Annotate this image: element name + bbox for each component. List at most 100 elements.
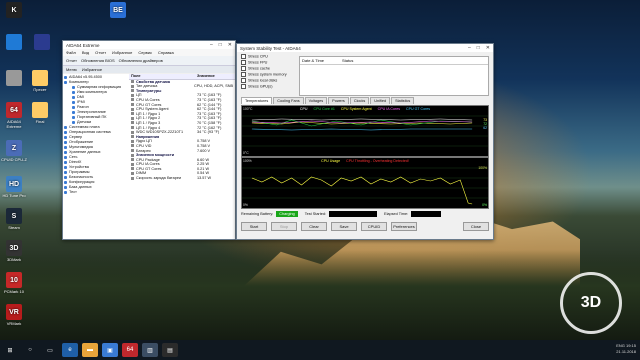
steam-icon: S [6, 208, 22, 224]
preferences-button[interactable]: Preferences [391, 222, 417, 231]
aida64-taskbar-icon[interactable]: 64 [122, 343, 138, 357]
stress-option[interactable]: Stress GPU(s) [241, 84, 297, 90]
save-button[interactable]: Save [331, 222, 357, 231]
desktop-icon-cpuz[interactable]: Z CPUID CPU-Z [0, 140, 28, 162]
sensor-icon [131, 84, 134, 88]
minimize-icon[interactable]: – [210, 42, 213, 48]
close-icon[interactable]: ✕ [228, 42, 232, 48]
task-view-icon[interactable]: ▭ [42, 343, 58, 357]
start-icon[interactable]: ⊞ [2, 343, 18, 357]
sensor-name-text: DIMM [136, 171, 147, 176]
sensor-name-text: ЦП 1 / Ядро 4 [136, 125, 161, 130]
close-button[interactable]: Close [463, 222, 489, 231]
test-started-value [329, 210, 378, 217]
tree-item-label: Операционная система [69, 130, 111, 134]
system-tray[interactable]: ENG 19:15 21.11.2018 [616, 343, 636, 355]
desktop-icon-folder[interactable]: Пресет [26, 70, 54, 92]
explorer-icon[interactable]: ▬ [82, 343, 98, 357]
sst-infobar: Remaining Battery: Charging Test Started… [241, 210, 489, 217]
sensor-name-text: Напряжения [136, 134, 160, 139]
tree-item-label: Тест [69, 190, 77, 194]
store-icon[interactable]: ▣ [102, 343, 118, 357]
sst-tab[interactable]: Voltages [304, 97, 328, 104]
menu-item[interactable]: Избранное [112, 50, 132, 55]
sst-titlebar[interactable]: System Stability Test - AIDA64 – □ ✕ [237, 44, 493, 52]
minimize-icon[interactable]: – [468, 45, 471, 51]
sensor-name-text: ЦП 1 / Ядро 1 [136, 111, 161, 116]
checkbox[interactable] [241, 84, 246, 89]
remaining-battery-label: Remaining Battery: [241, 211, 274, 216]
start-button[interactable]: Start [241, 222, 267, 231]
desktop-icon-3dmark[interactable]: 3D 3DMark [0, 240, 28, 262]
close-icon[interactable]: ✕ [486, 45, 490, 51]
aida-tab[interactable]: Избранное [82, 67, 102, 72]
menu-item[interactable]: Вид [82, 50, 89, 55]
desktop-icon-pcmark10[interactable]: 10 PCMark 10 [0, 272, 28, 294]
edge-icon[interactable]: e [62, 343, 78, 357]
aida64-titlebar[interactable]: AIDA64 Extreme – □ ✕ [63, 41, 235, 49]
sensor-icon [131, 121, 134, 125]
sst-tab[interactable]: Unified [370, 97, 391, 104]
menu-item[interactable]: Отчет [95, 50, 106, 55]
sst-tab[interactable]: Cooling Fans [273, 97, 304, 104]
sst-tab[interactable]: Clocks [349, 97, 370, 104]
tray-lang: ENG [616, 343, 625, 348]
menu-item[interactable]: Справка [158, 50, 174, 55]
aida-tab[interactable]: Меню [66, 67, 77, 72]
desktop-icon-folder-final[interactable]: Final [26, 102, 54, 124]
sensor-name-text: CPU IA Cores [136, 162, 160, 167]
toolbar-button[interactable]: Обновления BIOS [81, 58, 115, 63]
col-status: Status [342, 58, 354, 63]
tree-item-label: Системная плата [69, 125, 100, 129]
desktop-icon-this-pc[interactable] [0, 34, 28, 51]
tree-item-label: Электропитание [77, 110, 106, 114]
sensor-name-text: CPU Package [136, 157, 160, 162]
toolbar-button[interactable]: Отчет [66, 58, 77, 63]
vrmark-icon: VR [6, 304, 22, 320]
desktop-icon-steam[interactable]: S Steam [0, 208, 28, 230]
stop-button[interactable]: Stop [271, 222, 297, 231]
sensor-name-text: CPU GT Cores [136, 166, 162, 171]
sst-tab[interactable]: Statistics [391, 97, 415, 104]
app-taskbar-icon[interactable]: ▤ [162, 343, 178, 357]
checkbox[interactable] [241, 72, 246, 77]
sst-tab[interactable]: Powers [328, 97, 349, 104]
maximize-icon[interactable]: □ [219, 42, 222, 48]
tree-item-icon [72, 85, 75, 89]
desktop-icon-recycle[interactable] [0, 70, 28, 87]
sensor-name-text: CPU System Agent [136, 107, 169, 112]
sensor-name-text: Батарея [136, 148, 151, 153]
sensor-icon [131, 93, 134, 97]
desktop-icon-hdtune[interactable]: HD HD Tune Pro [0, 176, 28, 198]
desktop-icon-be-app[interactable]: BE [104, 2, 132, 19]
desktop-icon-aida64[interactable]: 64 AIDA64 Extreme [0, 102, 28, 129]
tree-item[interactable]: Тест [64, 190, 128, 195]
sensor-value: 13.57 W [197, 176, 212, 181]
sst-tab[interactable]: Temperatures [241, 97, 273, 104]
desktop-icon-winrar[interactable] [28, 34, 56, 51]
tree-item-icon [64, 145, 67, 149]
tree-item-label: Датчики [77, 120, 92, 124]
clear-button[interactable]: Clear [301, 222, 327, 231]
test-started-label: Test Started: [304, 211, 327, 216]
search-icon[interactable]: ○ [22, 343, 38, 357]
desktop-icon-k-app[interactable]: K [0, 2, 28, 19]
tree-item-icon [64, 80, 67, 84]
sst-taskbar-icon[interactable]: ▥ [142, 343, 158, 357]
tree-item-icon [64, 165, 67, 169]
menu-item[interactable]: Файл [66, 50, 76, 55]
checkbox[interactable] [241, 60, 246, 65]
wallpaper-ground [0, 250, 640, 340]
tree-item-label: Имя компьютера [77, 90, 107, 94]
menu-item[interactable]: Сервис [138, 50, 152, 55]
toolbar-button[interactable]: Обновления драйверов [119, 58, 163, 63]
maximize-icon[interactable]: □ [477, 45, 480, 51]
tree-item-icon [72, 115, 75, 119]
cpuid-button[interactable]: CPUID [361, 222, 387, 231]
k-app-icon: K [6, 2, 22, 18]
checkbox[interactable] [241, 66, 246, 71]
checkbox[interactable] [241, 78, 246, 83]
desktop-icon-vrmark[interactable]: VR VRMark [0, 304, 28, 326]
sensor-name-text: CPU IA Cores [136, 97, 160, 102]
checkbox[interactable] [241, 54, 246, 59]
